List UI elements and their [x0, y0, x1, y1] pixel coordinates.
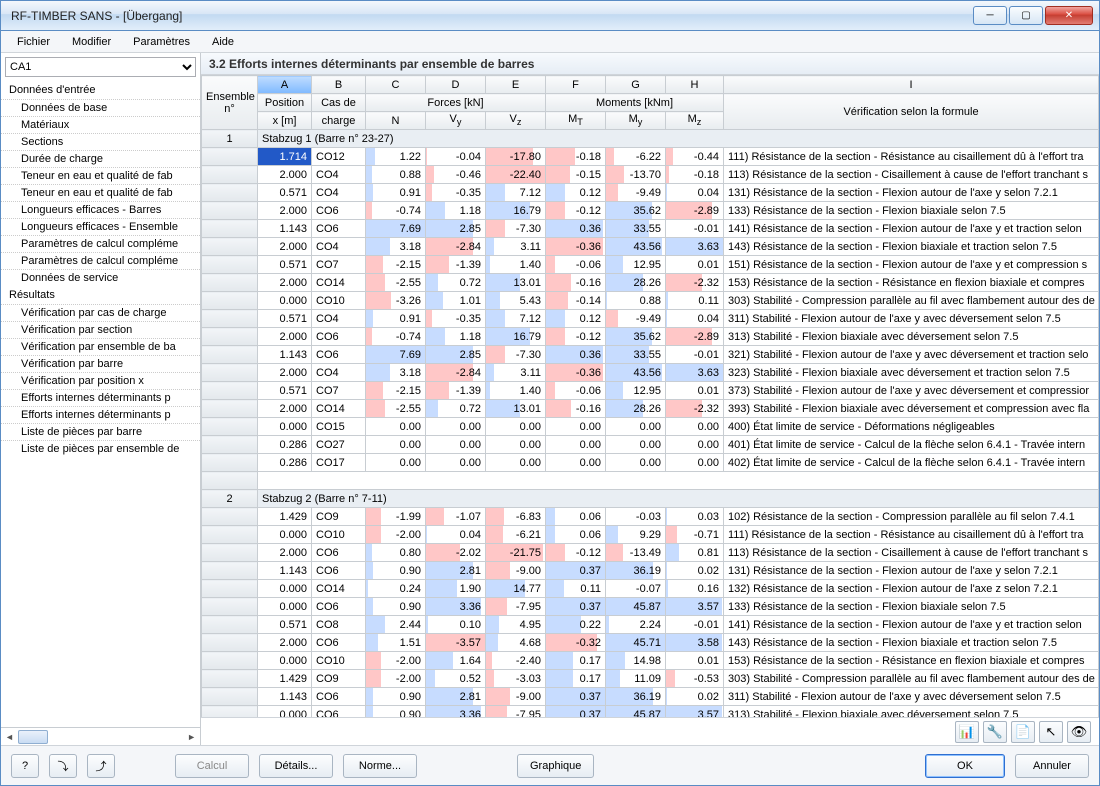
tree-item[interactable]: Teneur en eau et qualité de fab	[1, 167, 200, 184]
tree-header-results[interactable]: Résultats	[1, 286, 200, 304]
tree-item[interactable]: Efforts internes déterminants p	[1, 406, 200, 423]
table-row[interactable]: 1.143CO60.902.81-9.000.3736.190.02131) R…	[202, 562, 1099, 580]
table-row[interactable]: 2.000CO6-0.741.1816.79-0.1235.62-2.89313…	[202, 328, 1099, 346]
close-button[interactable]: ✕	[1045, 6, 1093, 25]
selected-cell: 1.714	[258, 148, 312, 166]
table-row[interactable]: 2.000CO43.18-2.843.11-0.3643.563.63323) …	[202, 364, 1099, 382]
window-title: RF-TIMBER SANS - [Übergang]	[11, 9, 973, 23]
col-position: Position	[258, 94, 312, 112]
tree-item[interactable]: Vérification par barre	[1, 355, 200, 372]
tree-item[interactable]: Matériaux	[1, 116, 200, 133]
table-row[interactable]: 0.571CO82.440.104.950.222.24-0.01141) Ré…	[202, 616, 1099, 634]
tree-item[interactable]: Durée de charge	[1, 150, 200, 167]
table-row[interactable]: 1.714CO121.22-0.04-17.80-0.18-6.22-0.441…	[202, 148, 1099, 166]
details-button[interactable]: Détails...	[259, 754, 333, 778]
table-row[interactable]: 2.000CO14-2.550.7213.01-0.1628.26-2.3239…	[202, 400, 1099, 418]
col-cas: Cas de	[312, 94, 366, 112]
tree-item[interactable]: Vérification par cas de charge	[1, 304, 200, 321]
table-row[interactable]: 0.000CO140.241.9014.770.11-0.070.16132) …	[202, 580, 1099, 598]
tree-item[interactable]: Données de base	[1, 99, 200, 116]
table-row[interactable]: 0.000CO150.000.000.000.000.000.00400) Ét…	[202, 418, 1099, 436]
export-button[interactable]: ⤴	[87, 754, 115, 778]
tree-item[interactable]: Données de service	[1, 269, 200, 286]
app-window: RF-TIMBER SANS - [Übergang] ─ ▢ ✕ Fichie…	[0, 0, 1100, 786]
section-title: 3.2 Efforts internes déterminants par en…	[201, 53, 1099, 75]
menu-aide[interactable]: Aide	[202, 33, 244, 51]
tree-item[interactable]: Vérification par section	[1, 321, 200, 338]
table-row[interactable]: 1.429CO9-2.000.52-3.030.1711.09-0.53303)…	[202, 670, 1099, 688]
sidebar-hscroll[interactable]: ◄ ►	[1, 727, 200, 745]
table-row[interactable]: 0.571CO7-2.15-1.391.40-0.0612.950.01373)…	[202, 382, 1099, 400]
table-row[interactable]: 2.000CO14-2.550.7213.01-0.1628.26-2.3215…	[202, 274, 1099, 292]
titlebar[interactable]: RF-TIMBER SANS - [Übergang] ─ ▢ ✕	[1, 1, 1099, 31]
table-row[interactable]: 1.143CO67.692.85-7.300.3633.55-0.01321) …	[202, 346, 1099, 364]
table-row[interactable]: 0.571CO40.91-0.357.120.12-9.490.04131) R…	[202, 184, 1099, 202]
group-header: 1Stabzug 1 (Barre n° 23-27)	[202, 130, 1099, 148]
col-verif: Vérification selon la formule	[724, 94, 1099, 130]
tree-item[interactable]: Liste de pièces par barre	[1, 423, 200, 440]
table-row[interactable]: 2.000CO60.80-2.02-21.75-0.12-13.490.8111…	[202, 544, 1099, 562]
tree-item[interactable]: Longueurs efficaces - Barres	[1, 201, 200, 218]
table-row[interactable]: 0.000CO10-3.261.015.43-0.140.880.11303) …	[202, 292, 1099, 310]
view-icon[interactable]: 👁	[1067, 721, 1091, 743]
table-row[interactable]: 1.143CO60.902.81-9.000.3736.190.02311) S…	[202, 688, 1099, 706]
table-row[interactable]: 2.000CO6-0.741.1816.79-0.1235.62-2.89133…	[202, 202, 1099, 220]
tree-item[interactable]: Liste de pièces par ensemble de	[1, 440, 200, 457]
menu-fichier[interactable]: Fichier	[7, 33, 60, 51]
maximize-button[interactable]: ▢	[1009, 6, 1043, 25]
sidebar: CA1 Données d'entrée Données de baseMaté…	[1, 53, 201, 745]
table-row[interactable]: 2.000CO43.18-2.843.11-0.3643.563.63143) …	[202, 238, 1099, 256]
tree-item[interactable]: Efforts internes déterminants p	[1, 389, 200, 406]
tree-item[interactable]: Sections	[1, 133, 200, 150]
tree-item[interactable]: Longueurs efficaces - Ensemble	[1, 218, 200, 235]
tree-item[interactable]: Vérification par ensemble de ba	[1, 338, 200, 355]
nav-tree: Données d'entrée Données de baseMatériau…	[1, 79, 200, 727]
table-row[interactable]: 1.143CO67.692.85-7.300.3633.55-0.01141) …	[202, 220, 1099, 238]
norme-button[interactable]: Norme...	[343, 754, 417, 778]
menubar: Fichier Modifier Paramètres Aide	[1, 31, 1099, 53]
calc-button[interactable]: Calcul	[175, 754, 249, 778]
tree-item[interactable]: Paramètres de calcul compléme	[1, 235, 200, 252]
table-row[interactable]: 0.286CO170.000.000.000.000.000.00402) Ét…	[202, 454, 1099, 472]
export-icon[interactable]: 📄	[1011, 721, 1035, 743]
results-grid[interactable]: Ensemblen°ABCDEFGHIPositionCas deForces …	[201, 75, 1099, 717]
filter-icon[interactable]: 📊	[955, 721, 979, 743]
col-ensemble: Ensemblen°	[202, 76, 258, 130]
pick-icon[interactable]: ↖	[1039, 721, 1063, 743]
case-select[interactable]: CA1	[5, 57, 196, 77]
table-row[interactable]: 1.429CO9-1.99-1.07-6.830.06-0.030.03102)…	[202, 508, 1099, 526]
minimize-button[interactable]: ─	[973, 6, 1007, 25]
tree-header-input[interactable]: Données d'entrée	[1, 81, 200, 99]
table-row[interactable]: 0.000CO10-2.000.04-6.210.069.29-0.71111)…	[202, 526, 1099, 544]
help-button[interactable]: ?	[11, 754, 39, 778]
table-row[interactable]: 0.571CO40.91-0.357.120.12-9.490.04311) S…	[202, 310, 1099, 328]
grid-toolbar: 📊 🔧 📄 ↖ 👁	[201, 717, 1099, 745]
menu-modifier[interactable]: Modifier	[62, 33, 121, 51]
tree-item[interactable]: Vérification par position x	[1, 372, 200, 389]
table-row[interactable]: 0.000CO60.903.36-7.950.3745.873.57133) R…	[202, 598, 1099, 616]
group-header: 2Stabzug 2 (Barre n° 7-11)	[202, 490, 1099, 508]
ok-button[interactable]: OK	[925, 754, 1005, 778]
table-row[interactable]: 2.000CO40.88-0.46-22.40-0.15-13.70-0.181…	[202, 166, 1099, 184]
footer: ? ⤵ ⤴ Calcul Détails... Norme... Graphiq…	[1, 745, 1099, 785]
settings-icon[interactable]: 🔧	[983, 721, 1007, 743]
tree-item[interactable]: Teneur en eau et qualité de fab	[1, 184, 200, 201]
table-row[interactable]: 0.000CO60.903.36-7.950.3745.873.57313) S…	[202, 706, 1099, 718]
tree-item[interactable]: Paramètres de calcul compléme	[1, 252, 200, 269]
menu-parametres[interactable]: Paramètres	[123, 33, 200, 51]
graphique-button[interactable]: Graphique	[517, 754, 594, 778]
table-row[interactable]: 0.571CO7-2.15-1.391.40-0.0612.950.01151)…	[202, 256, 1099, 274]
table-row[interactable]: 2.000CO61.51-3.574.68-0.3245.713.58143) …	[202, 634, 1099, 652]
table-row[interactable]: 0.286CO270.000.000.000.000.000.00401) Ét…	[202, 436, 1099, 454]
table-row[interactable]: 0.000CO10-2.001.64-2.400.1714.980.01153)…	[202, 652, 1099, 670]
cancel-button[interactable]: Annuler	[1015, 754, 1089, 778]
import-button[interactable]: ⤵	[49, 754, 77, 778]
